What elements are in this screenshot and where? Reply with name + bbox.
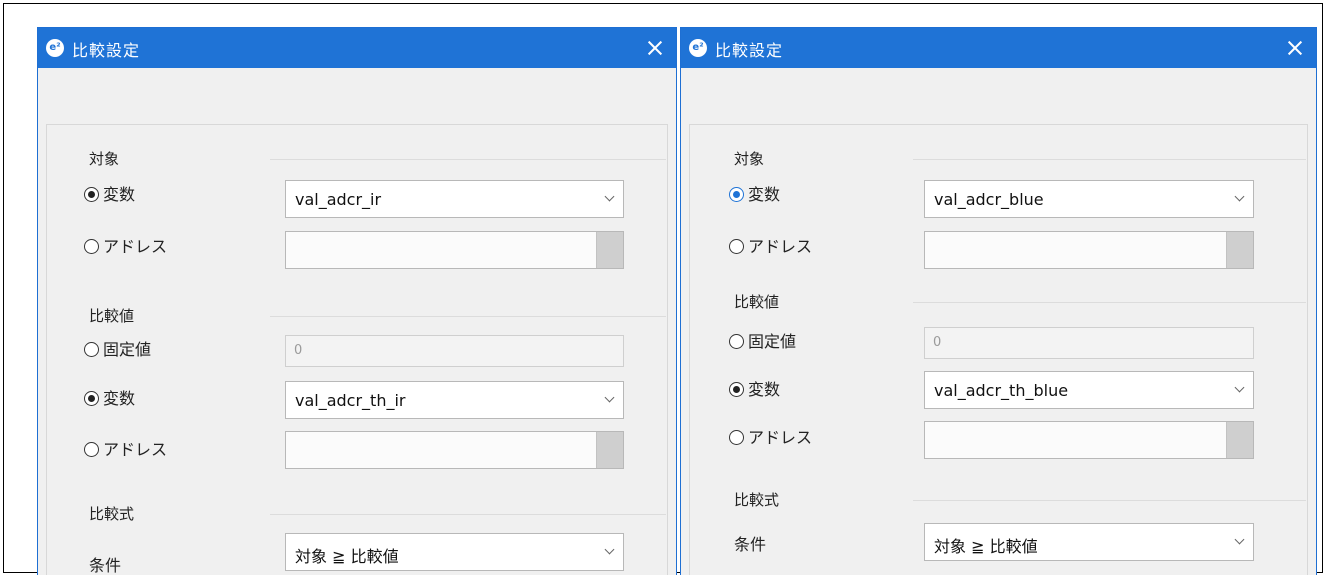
close-button[interactable] bbox=[1280, 33, 1310, 63]
dialog-title: 比較設定 bbox=[72, 41, 141, 60]
title-bar[interactable]: e² 比較設定 bbox=[38, 28, 676, 68]
combo-value: val_adcr_ir bbox=[295, 190, 382, 209]
chevron-down-icon[interactable] bbox=[605, 193, 615, 203]
compare-settings-dialog-left: e² 比較設定 対象 変数 val_adcr_ir アドレス 比較値 固定値 0 bbox=[37, 27, 677, 575]
radio-label: アドレス bbox=[748, 237, 813, 256]
chevron-down-icon[interactable] bbox=[1235, 384, 1245, 394]
group-divider bbox=[270, 316, 666, 317]
fixed-value-textbox[interactable]: 0 bbox=[924, 327, 1254, 359]
radio-selected-icon bbox=[84, 391, 99, 406]
radio-label: アドレス bbox=[103, 440, 168, 459]
condition-label: 条件 bbox=[89, 556, 122, 575]
target-address-combo[interactable] bbox=[285, 231, 624, 269]
compare-variable-combo[interactable]: val_adcr_th_blue bbox=[924, 371, 1254, 409]
expression-group-label: 比較式 bbox=[89, 505, 135, 523]
condition-combo[interactable]: 対象 ≧ 比較値 bbox=[285, 533, 624, 571]
radio-selected-icon bbox=[729, 382, 744, 397]
target-address-radio[interactable]: アドレス bbox=[729, 234, 812, 260]
close-button[interactable] bbox=[640, 33, 670, 63]
radio-label: 固定値 bbox=[748, 332, 797, 351]
dropdown-button bbox=[1226, 422, 1253, 458]
compare-address-combo[interactable] bbox=[285, 431, 624, 469]
fixed-value-textbox[interactable]: 0 bbox=[285, 335, 624, 367]
compare-group-label: 比較値 bbox=[734, 293, 780, 311]
compare-address-radio[interactable]: アドレス bbox=[729, 425, 812, 451]
dropdown-button bbox=[1226, 232, 1253, 268]
target-address-combo[interactable] bbox=[924, 231, 1254, 269]
radio-unselected-icon bbox=[84, 239, 99, 254]
compare-settings-dialog-right: e² 比較設定 対象 変数 val_adcr_blue アドレス 比較値 固定値… bbox=[680, 27, 1317, 575]
chevron-down-icon[interactable] bbox=[1235, 536, 1245, 546]
target-variable-radio[interactable]: 変数 bbox=[84, 182, 135, 208]
compare-address-radio[interactable]: アドレス bbox=[84, 437, 167, 463]
dropdown-button bbox=[596, 432, 623, 468]
textbox-value: 0 bbox=[294, 343, 303, 358]
chevron-down-icon[interactable] bbox=[605, 546, 615, 556]
textbox-value: 0 bbox=[933, 335, 942, 350]
chevron-down-icon[interactable] bbox=[1235, 193, 1245, 203]
group-divider bbox=[270, 514, 666, 515]
radio-unselected-icon bbox=[729, 239, 744, 254]
radio-unselected-icon bbox=[84, 342, 99, 357]
combo-value: val_adcr_blue bbox=[934, 190, 1044, 209]
dialog-title: 比較設定 bbox=[715, 41, 784, 60]
radio-unselected-icon bbox=[729, 430, 744, 445]
e2-studio-app-icon: e² bbox=[46, 39, 64, 57]
radio-selected-icon bbox=[729, 187, 744, 202]
expression-group-label: 比較式 bbox=[734, 491, 780, 509]
dropdown-button bbox=[596, 232, 623, 268]
group-divider bbox=[913, 159, 1306, 160]
radio-label: アドレス bbox=[748, 428, 813, 447]
compare-variable-radio[interactable]: 変数 bbox=[729, 377, 780, 403]
radio-label: 変数 bbox=[103, 389, 136, 408]
radio-label: アドレス bbox=[103, 237, 168, 256]
compare-variable-radio[interactable]: 変数 bbox=[84, 386, 135, 412]
combo-value: 対象 ≧ 比較値 bbox=[295, 547, 399, 566]
title-bar[interactable]: e² 比較設定 bbox=[681, 28, 1316, 68]
radio-label: 変数 bbox=[748, 185, 781, 204]
target-variable-radio[interactable]: 変数 bbox=[729, 182, 780, 208]
dialog-body: 対象 変数 val_adcr_ir アドレス 比較値 固定値 0 変数 val_… bbox=[38, 68, 676, 575]
combo-value: val_adcr_th_ir bbox=[295, 391, 406, 410]
compare-fixed-radio[interactable]: 固定値 bbox=[729, 329, 796, 355]
condition-combo[interactable]: 対象 ≧ 比較値 bbox=[924, 523, 1254, 561]
combo-value: val_adcr_th_blue bbox=[934, 381, 1069, 400]
radio-unselected-icon bbox=[729, 334, 744, 349]
combo-value: 対象 ≧ 比較値 bbox=[934, 537, 1038, 556]
chevron-down-icon[interactable] bbox=[605, 394, 615, 404]
group-divider bbox=[913, 302, 1306, 303]
radio-label: 変数 bbox=[748, 380, 781, 399]
dialog-body: 対象 変数 val_adcr_blue アドレス 比較値 固定値 0 変数 va… bbox=[681, 68, 1316, 575]
group-divider bbox=[913, 500, 1306, 501]
e2-studio-app-icon: e² bbox=[689, 39, 707, 57]
radio-selected-icon bbox=[84, 187, 99, 202]
compare-address-combo[interactable] bbox=[924, 421, 1254, 459]
compare-group-label: 比較値 bbox=[89, 307, 135, 325]
compare-fixed-radio[interactable]: 固定値 bbox=[84, 337, 151, 363]
compare-variable-combo[interactable]: val_adcr_th_ir bbox=[285, 381, 624, 419]
radio-label: 変数 bbox=[103, 185, 136, 204]
radio-unselected-icon bbox=[84, 442, 99, 457]
target-variable-combo[interactable]: val_adcr_blue bbox=[924, 180, 1254, 218]
target-group-label: 対象 bbox=[734, 150, 765, 168]
group-divider bbox=[270, 159, 666, 160]
radio-label: 固定値 bbox=[103, 340, 152, 359]
condition-label: 条件 bbox=[734, 535, 767, 554]
target-address-radio[interactable]: アドレス bbox=[84, 234, 167, 260]
target-variable-combo[interactable]: val_adcr_ir bbox=[285, 180, 624, 218]
target-group-label: 対象 bbox=[89, 150, 120, 168]
